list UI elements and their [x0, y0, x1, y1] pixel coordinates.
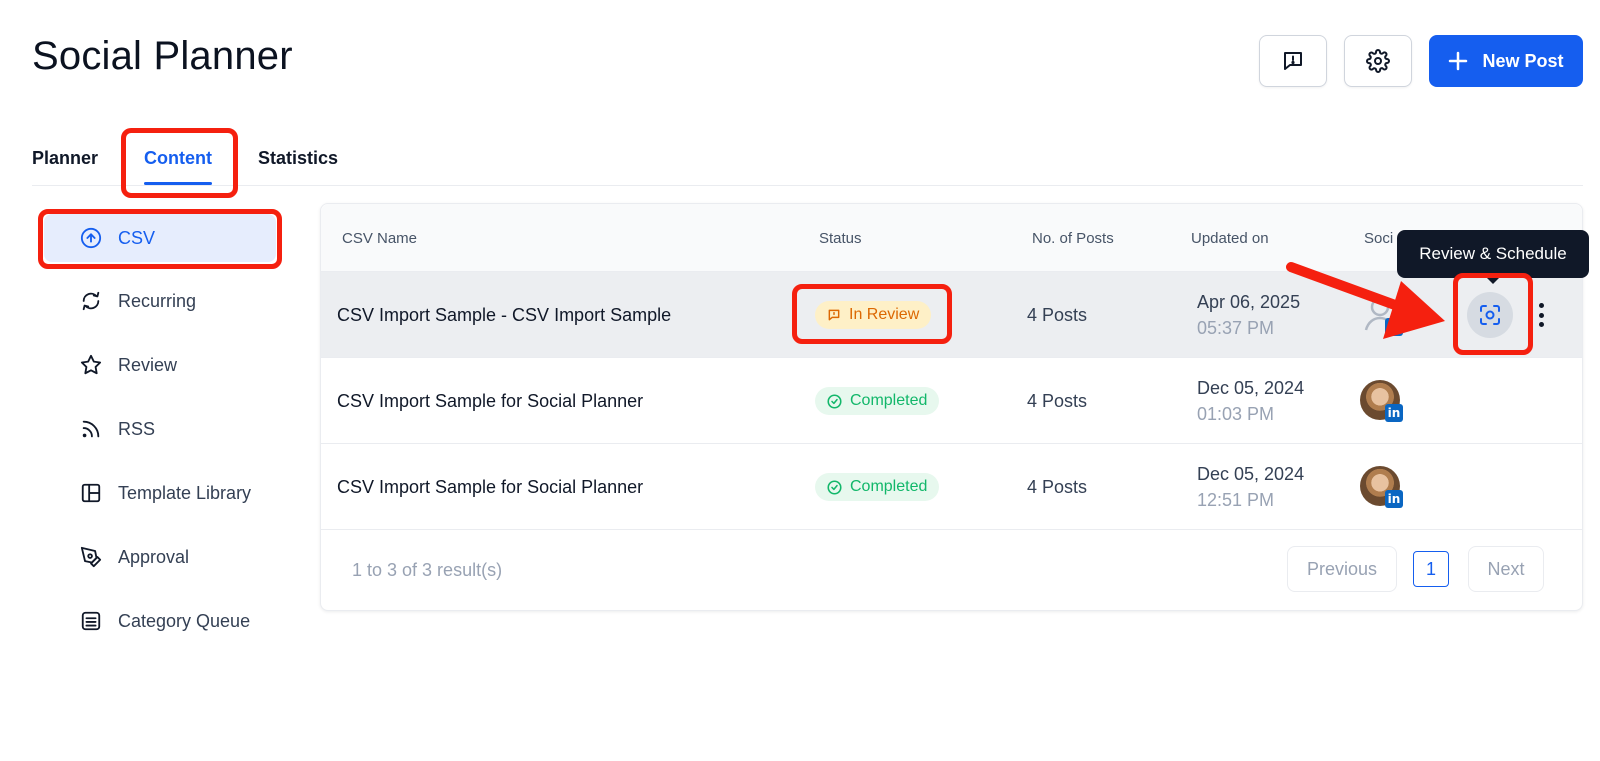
updated-date: Dec 05, 2024: [1197, 378, 1305, 398]
review-schedule-button[interactable]: [1467, 292, 1513, 338]
csv-name[interactable]: CSV Import Sample - CSV Import Sample: [337, 305, 671, 326]
status-label: Completed: [850, 392, 928, 409]
csv-name[interactable]: CSV Import Sample for Social Planner: [337, 477, 643, 498]
plus-icon: [1449, 51, 1468, 71]
tab-bar: Planner Content Statistics: [32, 130, 1583, 186]
posts-count: 4 Posts: [1027, 391, 1088, 411]
review-schedule-tooltip: Review & Schedule: [1397, 230, 1589, 278]
status-badge: In Review: [815, 301, 932, 329]
check-circle-icon: [827, 393, 842, 409]
table-row[interactable]: CSV Import Sample for Social Planner Com…: [321, 444, 1582, 530]
status-label: Completed: [850, 478, 928, 495]
updated-date: Apr 06, 2025: [1197, 292, 1301, 312]
column-header-name: CSV Name: [342, 230, 418, 247]
settings-button[interactable]: [1344, 35, 1412, 87]
star-icon: [80, 354, 102, 375]
feedback-button[interactable]: [1259, 35, 1327, 87]
page-title: Social Planner: [32, 34, 293, 78]
list-icon: [81, 611, 101, 631]
sidebar-item-label: Template Library: [118, 482, 252, 503]
table-row[interactable]: CSV Import Sample for Social Planner Com…: [321, 358, 1582, 444]
table-row[interactable]: CSV Import Sample - CSV Import Sample In…: [321, 272, 1582, 358]
new-post-label: New Post: [1482, 50, 1564, 71]
updated-date: Dec 05, 2024: [1197, 464, 1305, 484]
sidebar-item-label: RSS: [118, 418, 156, 439]
sidebar-item-recurring[interactable]: Recurring: [44, 277, 276, 325]
tab-statistics[interactable]: Statistics: [258, 148, 338, 169]
next-button[interactable]: Next: [1468, 546, 1544, 592]
status-badge: Completed: [815, 473, 940, 501]
sidebar-item-template-library[interactable]: Template Library: [44, 469, 276, 517]
scan-icon: [1480, 305, 1500, 325]
posts-count: 4 Posts: [1027, 477, 1088, 497]
previous-button[interactable]: Previous: [1287, 546, 1397, 592]
posts-count: 4 Posts: [1027, 305, 1088, 325]
sidebar-item-review[interactable]: Review: [44, 341, 276, 389]
refresh-icon: [82, 291, 100, 311]
updated-time: 05:37 PM: [1197, 318, 1275, 338]
column-header-updated: Updated on: [1191, 230, 1269, 247]
status-label: In Review: [849, 306, 920, 323]
tab-planner[interactable]: Planner: [32, 148, 98, 169]
sidebar-item-csv[interactable]: CSV: [44, 214, 276, 262]
pen-icon: [80, 546, 102, 568]
new-post-button[interactable]: New Post: [1429, 35, 1583, 87]
column-header-status: Status: [819, 230, 862, 247]
page-1-button[interactable]: 1: [1413, 551, 1449, 587]
updated-time: 01:03 PM: [1197, 404, 1275, 424]
column-header-social: Soci: [1364, 230, 1394, 247]
sidebar-item-label: Recurring: [118, 290, 197, 311]
tooltip-arrow: [1485, 276, 1501, 284]
sidebar-item-rss[interactable]: RSS: [44, 405, 276, 453]
active-tab-indicator: [144, 182, 212, 185]
linkedin-icon: in: [1385, 490, 1403, 508]
sidebar-item-label: Review: [118, 354, 178, 375]
csv-name[interactable]: CSV Import Sample for Social Planner: [337, 391, 643, 412]
upload-circle-icon: [80, 227, 102, 249]
alert-icon: [828, 309, 840, 321]
sidebar-item-category-queue[interactable]: Category Queue: [44, 597, 276, 645]
linkedin-icon: in: [1385, 404, 1403, 422]
sidebar-item-approval[interactable]: Approval: [44, 533, 276, 581]
feedback-icon: [1284, 52, 1302, 70]
gear-icon: [1366, 49, 1390, 73]
linkedin-icon: in: [1385, 318, 1403, 336]
csv-table: CSV Name Status No. of Posts Updated on …: [320, 203, 1583, 611]
tab-content[interactable]: Content: [144, 148, 212, 169]
more-options-icon[interactable]: [1537, 303, 1545, 327]
rss-icon: [82, 420, 100, 438]
sidebar-item-label: CSV: [118, 227, 156, 248]
column-header-posts: No. of Posts: [1032, 230, 1114, 247]
updated-time: 12:51 PM: [1197, 490, 1275, 510]
table-header: CSV Name Status No. of Posts Updated on …: [321, 204, 1582, 272]
check-circle-icon: [827, 479, 842, 495]
sidebar-item-label: Category Queue: [118, 610, 251, 631]
layout-icon: [81, 483, 101, 503]
sidebar-item-label: Approval: [118, 546, 190, 567]
results-summary: 1 to 3 of 3 result(s): [352, 560, 503, 580]
status-badge: Completed: [815, 387, 940, 415]
